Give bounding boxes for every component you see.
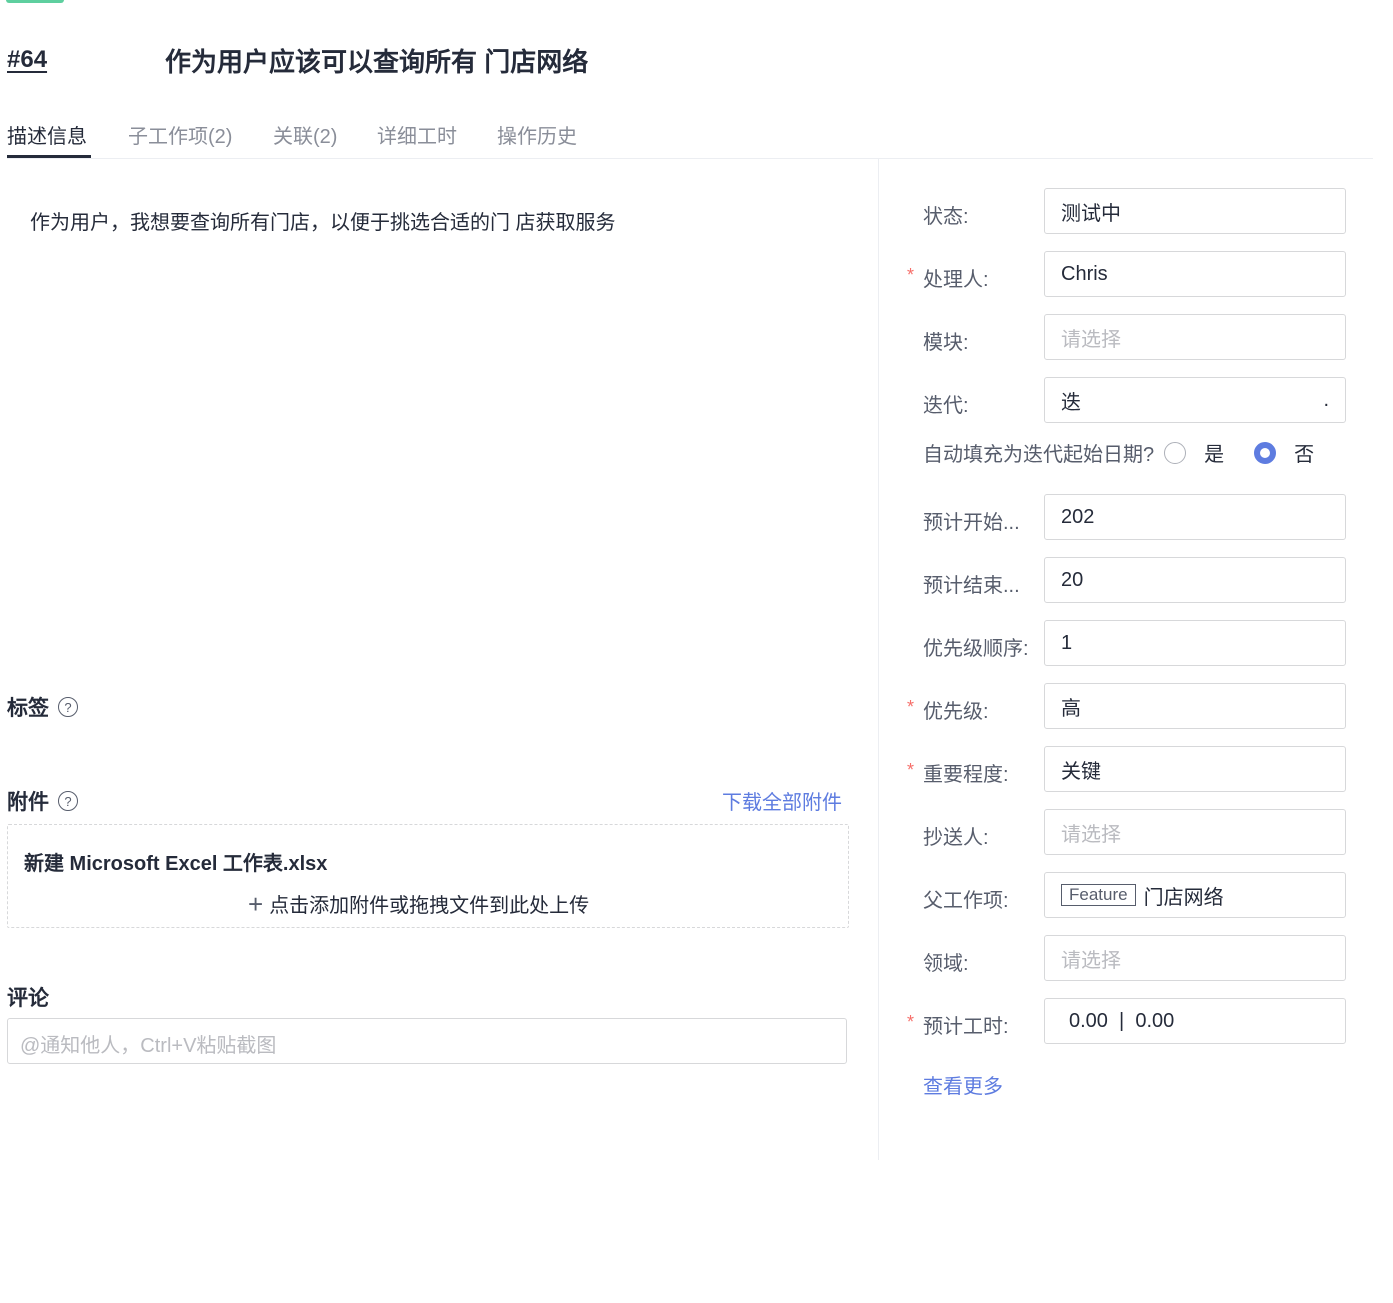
cc-placeholder: 请选择 (1061, 823, 1121, 846)
priority-select[interactable]: 高 (1044, 683, 1346, 729)
status-label: 状态: (923, 206, 969, 228)
description-text[interactable]: 作为用户，我想要查询所有门店，以便于挑选合适的门 店获取服务 (30, 206, 616, 235)
attachment-dropzone[interactable]: 新建 Microsoft Excel 工作表.xlsx + 点击添加附件或拖拽文… (7, 824, 849, 928)
tab-history[interactable]: 操作历史 (497, 120, 577, 149)
ticket-id[interactable]: #64 (7, 46, 145, 74)
upload-button[interactable]: + 点击添加附件或拖拽文件到此处上传 (248, 889, 589, 918)
comment-input[interactable]: @通知他人，Ctrl+V粘贴截图 (7, 1018, 847, 1064)
priority-order-input[interactable]: 1 (1044, 620, 1346, 666)
priority-label: 优先级: (923, 701, 989, 723)
cc-label: 抄送人: (923, 827, 989, 849)
help-icon[interactable]: ? (58, 791, 78, 811)
estimate-label: 预计工时: (923, 1016, 1009, 1038)
importance-select[interactable]: 关键 (1044, 746, 1346, 792)
autofill-label: 自动填充为迭代起始日期? (923, 444, 1155, 466)
labels-section-title: 标签 ? (7, 692, 78, 722)
priority-order-label: 优先级顺序: (923, 638, 1029, 660)
help-icon[interactable]: ? (58, 697, 78, 717)
tab-subtasks[interactable]: 子工作项(2) (128, 120, 232, 149)
autofill-yes-radio[interactable] (1164, 441, 1187, 464)
estimate-input[interactable]: 0.00 | 0.00 (1044, 998, 1346, 1044)
tab-bar: 描述信息 子工作项(2) 关联(2) 详细工时 操作历史 (7, 108, 1373, 159)
panel-divider (878, 158, 879, 1160)
active-tab-indicator (7, 155, 91, 158)
feature-tag: Feature (1061, 884, 1136, 906)
required-mark: * (907, 760, 915, 780)
estimate-value: 0.00 | 0.00 (1069, 1009, 1175, 1032)
required-mark: * (907, 697, 915, 717)
iteration-label: 迭代: (923, 395, 969, 417)
cc-select[interactable]: 请选择 (1044, 809, 1346, 855)
planned-start-label: 预计开始... (923, 512, 1020, 534)
labels-title: 标签 (7, 697, 49, 720)
domain-placeholder: 请选择 (1061, 949, 1121, 972)
parent-value: 门店网络 (1143, 886, 1224, 909)
importance-value: 关键 (1061, 760, 1101, 783)
priority-order-value: 1 (1061, 631, 1073, 654)
type-tag-strip (6, 0, 64, 3)
domain-label: 领域: (923, 953, 969, 975)
download-all-link[interactable]: 下载全部附件 (722, 786, 842, 815)
attachments-title: 附件 (7, 791, 49, 814)
title-row: #64 作为用户应该可以查询所有 门店网络 (7, 38, 588, 82)
planned-start-date[interactable]: 202 (1044, 494, 1346, 540)
top-strip (0, 0, 1393, 6)
plus-icon: + (248, 888, 264, 919)
parent-label: 父工作项: (923, 890, 1009, 912)
autofill-option-row: 自动填充为迭代起始日期? 是 否 (923, 438, 1314, 467)
autofill-yes-label[interactable]: 是 (1204, 438, 1224, 467)
required-mark: * (907, 1012, 915, 1032)
domain-select[interactable]: 请选择 (1044, 935, 1346, 981)
page-title[interactable]: 作为用户应该可以查询所有 门店网络 (165, 42, 588, 79)
attachments-section-title: 附件 ? (7, 786, 78, 816)
planned-end-label: 预计结束... (923, 575, 1020, 597)
iteration-suffix: . (1323, 388, 1329, 411)
parent-workitem-select[interactable]: Feature 门店网络 (1044, 872, 1346, 918)
comments-section-title: 评论 (7, 982, 49, 1012)
iteration-value: 迭 (1061, 391, 1081, 414)
planned-end-date[interactable]: 20 (1044, 557, 1346, 603)
status-select[interactable]: 测试中 (1044, 188, 1346, 234)
importance-label: 重要程度: (923, 764, 1009, 786)
module-placeholder: 请选择 (1061, 328, 1121, 351)
upload-hint: 点击添加附件或拖拽文件到此处上传 (269, 895, 590, 917)
required-mark: * (907, 265, 915, 285)
attachment-file[interactable]: 新建 Microsoft Excel 工作表.xlsx (24, 847, 327, 876)
iteration-select[interactable]: 迭 . (1044, 377, 1346, 423)
autofill-no-label[interactable]: 否 (1294, 438, 1314, 467)
assignee-value: Chris (1061, 262, 1108, 285)
tab-relations[interactable]: 关联(2) (273, 120, 337, 149)
assignee-label: 处理人: (923, 269, 989, 291)
module-select[interactable]: 请选择 (1044, 314, 1346, 360)
tab-work-hours[interactable]: 详细工时 (377, 120, 457, 149)
planned-start-value: 202 (1061, 505, 1095, 528)
view-more-link[interactable]: 查看更多 (923, 1070, 1003, 1099)
priority-value: 高 (1061, 697, 1081, 720)
assignee-select[interactable]: Chris (1044, 251, 1346, 297)
tab-description[interactable]: 描述信息 (7, 120, 87, 149)
module-label: 模块: (923, 332, 969, 354)
comments-title: 评论 (7, 987, 49, 1010)
autofill-no-radio[interactable] (1254, 441, 1277, 464)
planned-end-value: 20 (1061, 568, 1084, 591)
status-value: 测试中 (1061, 202, 1121, 225)
